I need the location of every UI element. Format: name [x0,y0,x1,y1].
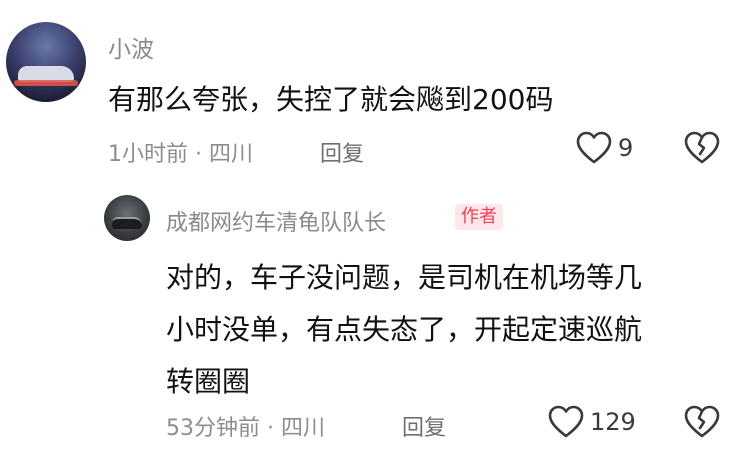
broken-heart-icon [684,131,720,165]
reply-like-count: 129 [590,408,636,436]
reply-text-line: 转圈圈 [166,365,251,398]
heart-icon [548,405,584,439]
avatar-user-reply[interactable] [104,195,150,241]
avatar-user-xiaobo[interactable] [6,22,86,102]
comment-like-count: 9 [618,134,634,162]
author-badge: 作者 [455,204,503,230]
comment-text: 有那么夸张，失控了就会飚到200码 [108,83,554,116]
comment-meta: 1小时前 · 四川 [108,142,253,167]
avatar-glow-shape [14,80,78,86]
comment-like-button[interactable]: 9 [576,131,633,165]
comment-dislike-button[interactable] [684,131,720,165]
reply-reply-button[interactable]: 回复 [402,410,446,442]
reply-text: 对的，车子没问题，是司机在机场等几 小时没单，有点失态了，开起定速巡航 转圈圈 [166,252,642,408]
comment-reply-button[interactable]: 回复 [320,136,364,168]
reply-text-line: 对的，车子没问题，是司机在机场等几 [166,261,643,294]
reply-username[interactable]: 成都网约车清龟队队长 [166,205,386,237]
reply-like-button[interactable]: 129 [548,405,636,439]
avatar-car-shape [112,217,142,229]
reply-meta: 53分钟前 · 四川 [166,416,325,441]
reply-text-line: 小时没单，有点失态了，开起定速巡航 [166,313,643,346]
reply-dislike-button[interactable] [684,405,720,439]
heart-icon [576,131,612,165]
broken-heart-icon [684,405,720,439]
comment-username[interactable]: 小波 [108,30,154,64]
